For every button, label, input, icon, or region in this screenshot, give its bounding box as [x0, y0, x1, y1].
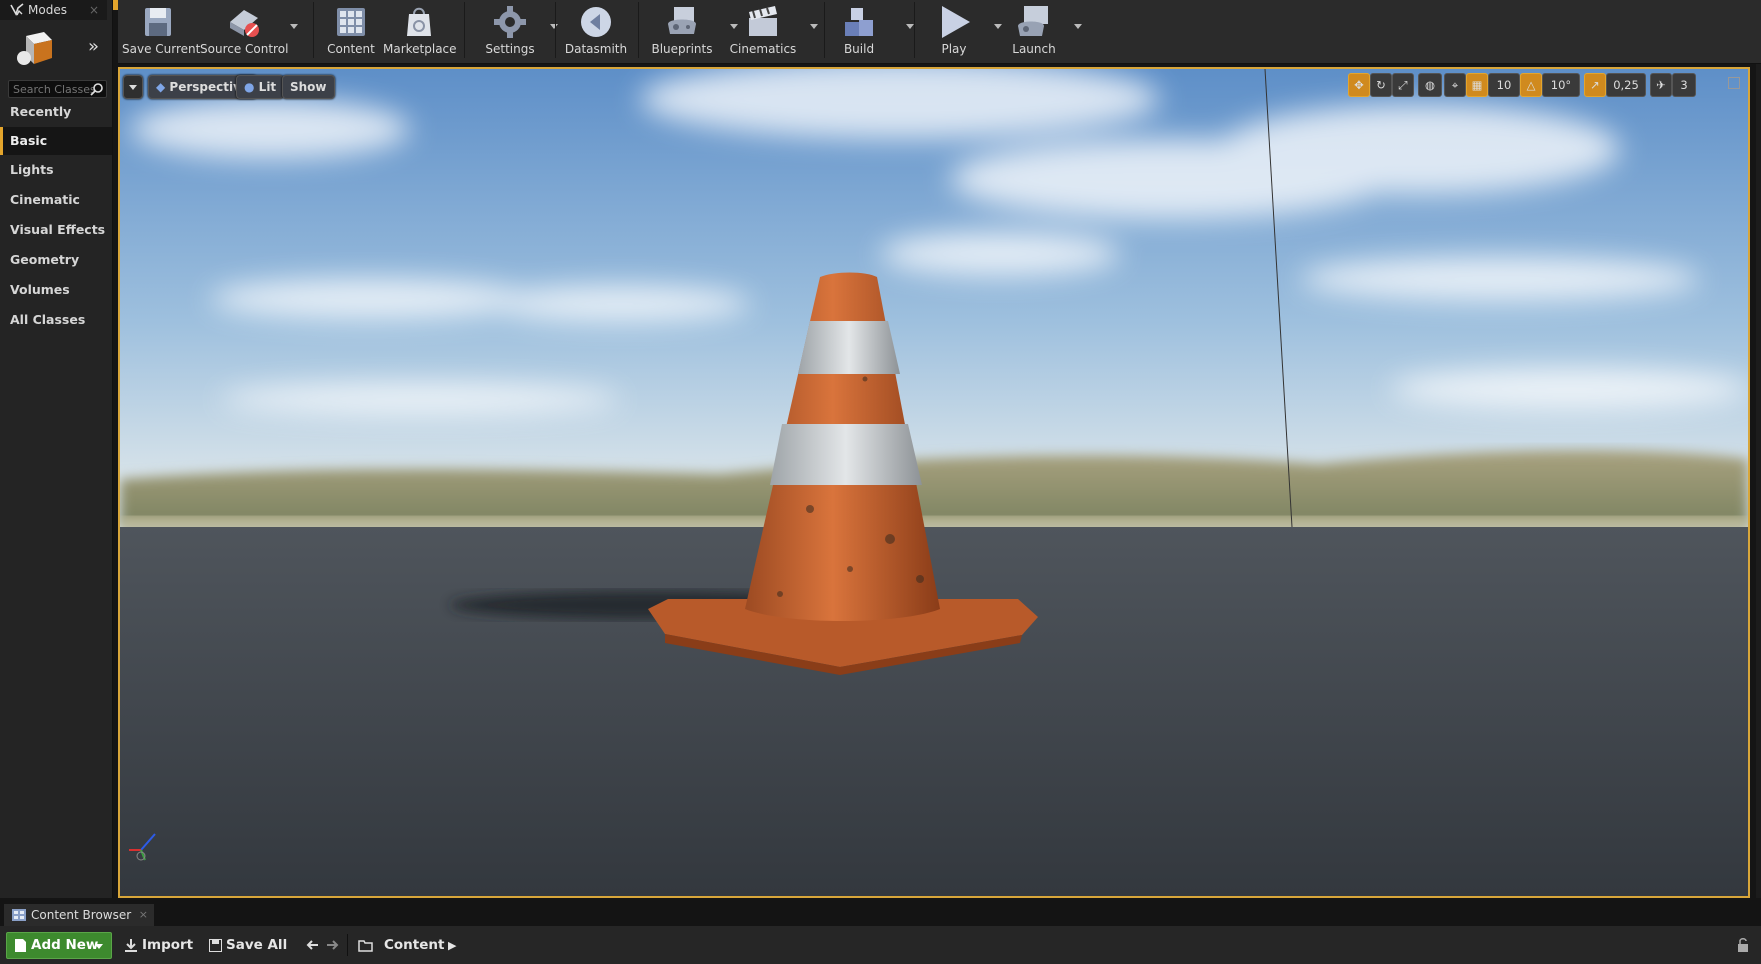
launch-button[interactable]: Launch	[1002, 0, 1082, 60]
add-new-button[interactable]: Add New	[6, 932, 112, 959]
toolbar-separator	[638, 2, 639, 58]
category-basic[interactable]: Basic	[0, 127, 112, 155]
modes-tab[interactable]: Modes ×	[0, 0, 107, 20]
save-current-button[interactable]: Save Current	[122, 0, 200, 60]
chevron-down-icon[interactable]	[994, 24, 1002, 29]
import-button[interactable]: Import	[124, 932, 193, 959]
search-icon[interactable]	[90, 82, 104, 96]
content-browser-icon	[12, 909, 26, 921]
content-browser-tabbar: Content Browser ×	[0, 900, 1761, 926]
lock-icon[interactable]	[1737, 938, 1749, 952]
content-button[interactable]: Content	[321, 0, 381, 60]
clapperboard-icon	[749, 6, 777, 36]
blueprints-button[interactable]: Blueprints	[646, 0, 738, 60]
category-geometry[interactable]: Geometry	[0, 246, 112, 274]
toolbar-separator	[464, 2, 465, 58]
camera-speed-value[interactable]: 3	[1672, 73, 1696, 97]
marketplace-button[interactable]: Marketplace	[383, 0, 457, 60]
scale-tool-icon[interactable]: ⤢	[1392, 73, 1414, 97]
scale-snap-icon[interactable]: ↗	[1584, 73, 1606, 97]
divider	[347, 934, 348, 956]
close-icon[interactable]: ×	[139, 904, 148, 926]
build-blocks-icon	[845, 8, 873, 36]
chevron-down-icon[interactable]	[290, 24, 298, 29]
lit-sphere-icon: ●	[244, 80, 255, 94]
settings-button[interactable]: Settings	[474, 0, 558, 60]
datasmith-button[interactable]: Datasmith	[562, 0, 630, 60]
maximize-viewport-icon[interactable]	[1728, 77, 1740, 89]
chevron-down-icon[interactable]	[810, 24, 818, 29]
place-mode-icon[interactable]	[14, 28, 56, 68]
surface-snap-icon[interactable]: ⌖	[1444, 73, 1466, 97]
play-button[interactable]: Play	[924, 0, 1002, 60]
cinematics-button[interactable]: Cinematics	[728, 0, 818, 60]
path-chevron-icon[interactable]: ▶	[448, 932, 456, 959]
content-browser-tab[interactable]: Content Browser ×	[4, 904, 154, 926]
chevron-down-icon[interactable]	[1074, 24, 1082, 29]
new-file-icon	[15, 939, 26, 952]
source-control-button[interactable]: Source Control	[200, 0, 298, 60]
chevron-down-icon	[95, 944, 103, 949]
save-icon	[145, 8, 171, 36]
save-all-icon	[209, 938, 222, 952]
chevron-down-icon[interactable]	[550, 24, 558, 29]
source-control-icon	[230, 10, 259, 37]
play-icon	[942, 6, 970, 38]
camera-speed-icon[interactable]: ✈	[1650, 73, 1672, 97]
scale-snap-value[interactable]: 0,25	[1606, 73, 1646, 97]
viewport-options-dropdown[interactable]	[123, 75, 143, 99]
main-toolbar: Save Current Source Control Content Mark…	[118, 0, 1761, 64]
perspective-icon: ◆	[156, 80, 166, 94]
unreal-editor-window: Modes × » Recently Placed Basic Lights C…	[0, 0, 1761, 964]
toolbar-separator	[914, 2, 915, 58]
toolbar-separator	[555, 2, 556, 58]
chevron-down-icon	[129, 85, 137, 90]
arrow-forward-icon[interactable]	[325, 938, 339, 952]
axis-gizmo-icon	[129, 833, 156, 861]
world-local-icon[interactable]: ◍	[1418, 73, 1442, 97]
build-button[interactable]: Build	[828, 0, 914, 60]
modes-panel: Modes × » Recently Placed Basic Lights C…	[0, 0, 113, 898]
chevron-down-icon[interactable]	[906, 24, 914, 29]
rotate-tool-icon[interactable]: ↻	[1370, 73, 1392, 97]
scene-render	[120, 69, 1748, 896]
arrow-back-icon[interactable]	[306, 938, 320, 952]
modes-title: Modes	[28, 3, 67, 17]
translate-tool-icon[interactable]: ✥	[1348, 73, 1370, 97]
category-cinematic[interactable]: Cinematic	[0, 186, 112, 214]
rotation-snap-value[interactable]: 10°	[1542, 73, 1580, 97]
toolbar-separator	[824, 2, 825, 58]
category-volumes[interactable]: Volumes	[0, 276, 112, 304]
modes-icon	[10, 3, 24, 16]
content-grid-icon	[337, 8, 365, 36]
close-icon[interactable]: ×	[89, 0, 99, 20]
folder-open-icon	[358, 939, 373, 952]
marketplace-bag-icon	[407, 7, 431, 36]
launch-icon	[1018, 6, 1048, 36]
grid-snap-icon[interactable]: ▦	[1466, 73, 1488, 97]
grid-snap-value[interactable]: 10	[1488, 73, 1520, 97]
snap-toolbar: ✥ ↻ ⤢ ◍ ⌖ ▦ 10 △ 10° ↗ 0,25 ✈ 3	[1348, 73, 1738, 99]
category-visual-effects[interactable]: Visual Effects	[0, 216, 112, 244]
blueprints-gamepad-icon	[668, 7, 696, 34]
lit-button[interactable]: ● Lit	[236, 75, 285, 99]
datasmith-icon	[581, 7, 611, 37]
category-lights[interactable]: Lights	[0, 156, 112, 184]
path-content-button[interactable]: Content	[358, 932, 444, 959]
import-icon	[125, 939, 137, 952]
level-viewport[interactable]: ◆ Perspective ● Lit Show ✥ ↻ ⤢ ◍ ⌖ ▦ 10 …	[118, 67, 1750, 898]
chevron-right-double-icon[interactable]: »	[88, 36, 110, 58]
content-browser-toolbar: Add New Import Save All Content ▶	[0, 926, 1761, 964]
save-all-button[interactable]: Save All	[209, 932, 287, 959]
rotation-snap-icon[interactable]: △	[1520, 73, 1542, 97]
toolbar-separator	[313, 2, 314, 58]
scrollbar[interactable]	[1756, 64, 1761, 898]
show-button[interactable]: Show	[282, 75, 335, 99]
category-all-classes[interactable]: All Classes	[0, 306, 112, 334]
settings-gear-icon	[494, 6, 526, 38]
category-recently-placed[interactable]: Recently Placed	[0, 98, 112, 147]
